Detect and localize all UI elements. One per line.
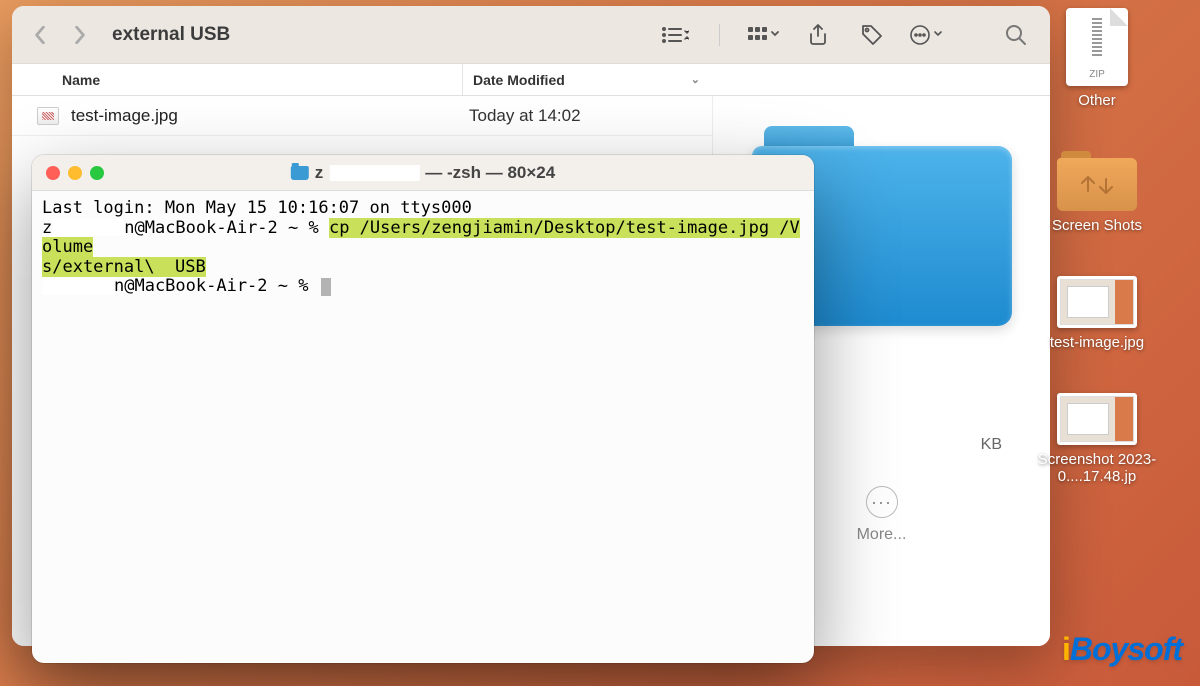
column-name-header[interactable]: Name bbox=[12, 72, 462, 88]
terminal-title: z — -zsh — 80×24 bbox=[291, 163, 555, 183]
nav-arrows bbox=[28, 23, 92, 47]
folder-icon bbox=[291, 166, 309, 180]
preview-more-label: More... bbox=[857, 526, 907, 544]
desktop-item-zip[interactable]: ZIP Other bbox=[1066, 8, 1128, 109]
maximize-button[interactable] bbox=[90, 166, 104, 180]
desktop-item-screenshot-file[interactable]: Screenshot 2023-0....17.48.jp bbox=[1017, 393, 1177, 485]
file-thumbnail-icon bbox=[37, 107, 59, 125]
image-thumbnail-icon bbox=[1057, 276, 1137, 328]
terminal-prompt-user: z bbox=[42, 218, 52, 238]
file-date: Today at 14:02 bbox=[459, 106, 709, 126]
tag-icon[interactable] bbox=[854, 20, 890, 50]
desktop-label: Screen Shots bbox=[1052, 217, 1142, 234]
terminal-titlebar[interactable]: z — -zsh — 80×24 bbox=[32, 155, 814, 191]
desktop-label: Other bbox=[1078, 92, 1116, 109]
image-thumbnail-icon bbox=[1057, 393, 1137, 445]
desktop-label: Screenshot 2023-0....17.48.jp bbox=[1017, 451, 1177, 485]
finder-location-title: external USB bbox=[112, 24, 230, 46]
desktop-item-screenshots-folder[interactable]: Screen Shots bbox=[1052, 151, 1142, 234]
terminal-prompt: n@MacBook-Air-2 ~ % bbox=[114, 276, 319, 296]
back-button[interactable] bbox=[28, 23, 52, 47]
redacted-text bbox=[329, 165, 419, 181]
redacted-text bbox=[52, 219, 124, 236]
file-row[interactable]: test-image.jpg Today at 14:02 bbox=[12, 96, 712, 136]
zip-file-icon: ZIP bbox=[1066, 8, 1128, 86]
terminal-prompt: n@MacBook-Air-2 ~ % bbox=[124, 218, 329, 238]
share-icon[interactable] bbox=[800, 20, 836, 50]
terminal-command-highlighted: s/external\ USB bbox=[42, 257, 206, 277]
forward-button[interactable] bbox=[68, 23, 92, 47]
desktop-icons: ZIP Other Screen Shots test-image.jpg Sc… bbox=[1012, 8, 1182, 485]
finder-toolbar: external USB bbox=[12, 6, 1050, 64]
close-button[interactable] bbox=[46, 166, 60, 180]
file-name: test-image.jpg bbox=[71, 106, 459, 126]
column-date-header[interactable]: Date Modified ⌄ bbox=[462, 64, 712, 95]
view-grid-icon[interactable] bbox=[746, 20, 782, 50]
toolbar-group-view bbox=[657, 20, 944, 50]
sort-indicator-icon: ⌄ bbox=[691, 73, 700, 86]
terminal-cursor bbox=[321, 278, 331, 296]
more-actions-icon[interactable] bbox=[908, 20, 944, 50]
folder-icon bbox=[1057, 151, 1137, 211]
preview-size-label: KB bbox=[981, 436, 1002, 454]
terminal-output[interactable]: Last login: Mon May 15 10:16:07 on ttys0… bbox=[32, 191, 814, 305]
terminal-line: Last login: Mon May 15 10:16:07 on ttys0… bbox=[42, 198, 472, 218]
watermark: iBoysoft bbox=[1062, 631, 1182, 668]
desktop-item-test-image[interactable]: test-image.jpg bbox=[1050, 276, 1144, 351]
desktop-label: test-image.jpg bbox=[1050, 334, 1144, 351]
terminal-window: z — -zsh — 80×24 Last login: Mon May 15 … bbox=[32, 155, 814, 663]
minimize-button[interactable] bbox=[68, 166, 82, 180]
redacted-text bbox=[42, 278, 114, 295]
finder-column-header: Name Date Modified ⌄ bbox=[12, 64, 1050, 96]
view-list-icon[interactable] bbox=[657, 20, 693, 50]
preview-more-button[interactable]: ··· bbox=[866, 486, 898, 518]
